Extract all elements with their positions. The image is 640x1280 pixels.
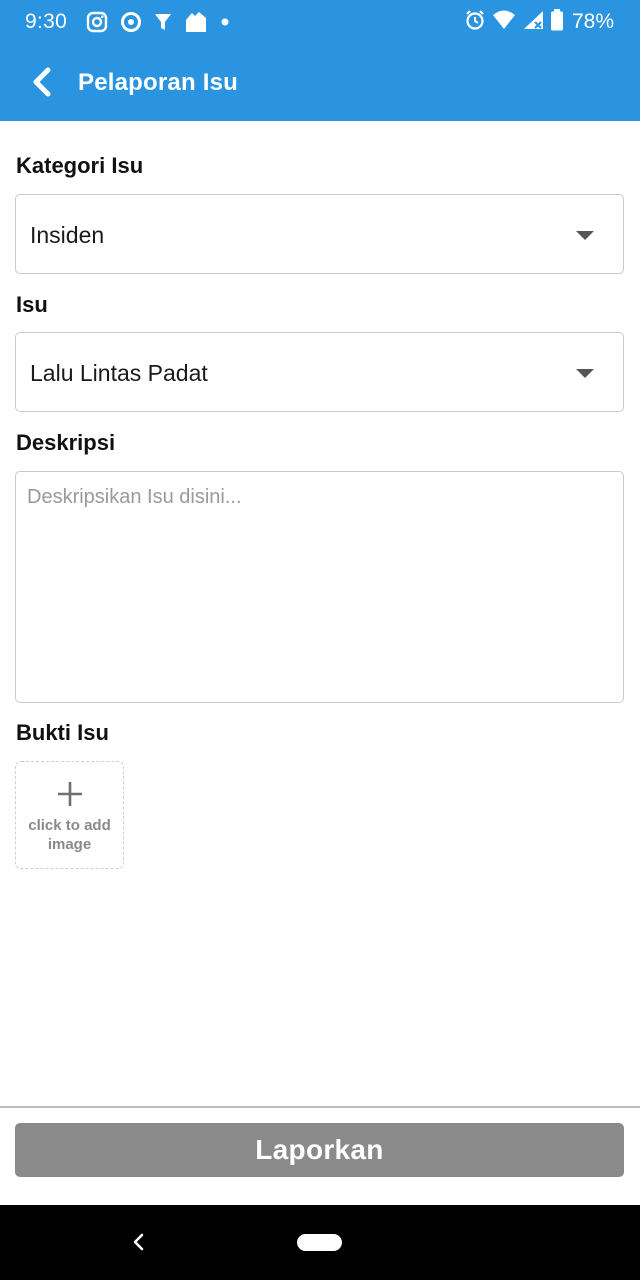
cell-signal-icon	[522, 10, 544, 35]
instagram-icon	[86, 11, 108, 33]
issue-select[interactable]: Lalu Lintas Padat	[15, 332, 624, 412]
location-target-icon	[120, 11, 142, 33]
submit-button-label: Laporkan	[255, 1134, 384, 1165]
issue-label: Isu	[16, 292, 48, 317]
chevron-left-icon	[33, 67, 51, 97]
notification-icons	[86, 10, 230, 34]
issue-selected-value: Lalu Lintas Padat	[30, 360, 208, 386]
battery-icon	[550, 8, 564, 36]
category-select[interactable]: Insiden	[15, 194, 624, 274]
dropdown-caret-icon	[576, 231, 594, 240]
navigation-bar	[0, 1205, 640, 1280]
description-input[interactable]	[15, 471, 624, 703]
page-title: Pelaporan Isu	[78, 69, 238, 96]
back-button[interactable]	[22, 62, 62, 102]
wifi-icon	[492, 10, 516, 35]
category-label: Kategori Isu	[16, 153, 144, 178]
plus-icon	[57, 782, 82, 806]
alarm-icon	[464, 9, 486, 36]
category-selected-value: Insiden	[30, 222, 105, 248]
dropdown-caret-icon	[576, 369, 594, 378]
app-shop-icon	[184, 10, 208, 34]
add-image-button[interactable]: click to add image	[15, 761, 124, 869]
nav-home-button[interactable]	[297, 1234, 342, 1251]
description-label: Deskripsi	[16, 430, 116, 455]
evidence-label: Bukti Isu	[16, 720, 109, 745]
status-time: 9:30	[25, 10, 68, 33]
app-bar: Pelaporan Isu	[0, 44, 640, 121]
dot-icon	[220, 17, 230, 27]
filter-funnel-icon	[154, 12, 172, 32]
system-icons: 78%	[464, 8, 614, 36]
submit-button[interactable]: Laporkan	[15, 1123, 624, 1177]
bottom-divider	[0, 1106, 640, 1108]
add-image-label: click to add image	[28, 817, 111, 853]
status-bar: 9:30 78%	[0, 0, 640, 44]
nav-back-icon[interactable]	[127, 1229, 151, 1255]
battery-percent: 78%	[571, 10, 614, 33]
